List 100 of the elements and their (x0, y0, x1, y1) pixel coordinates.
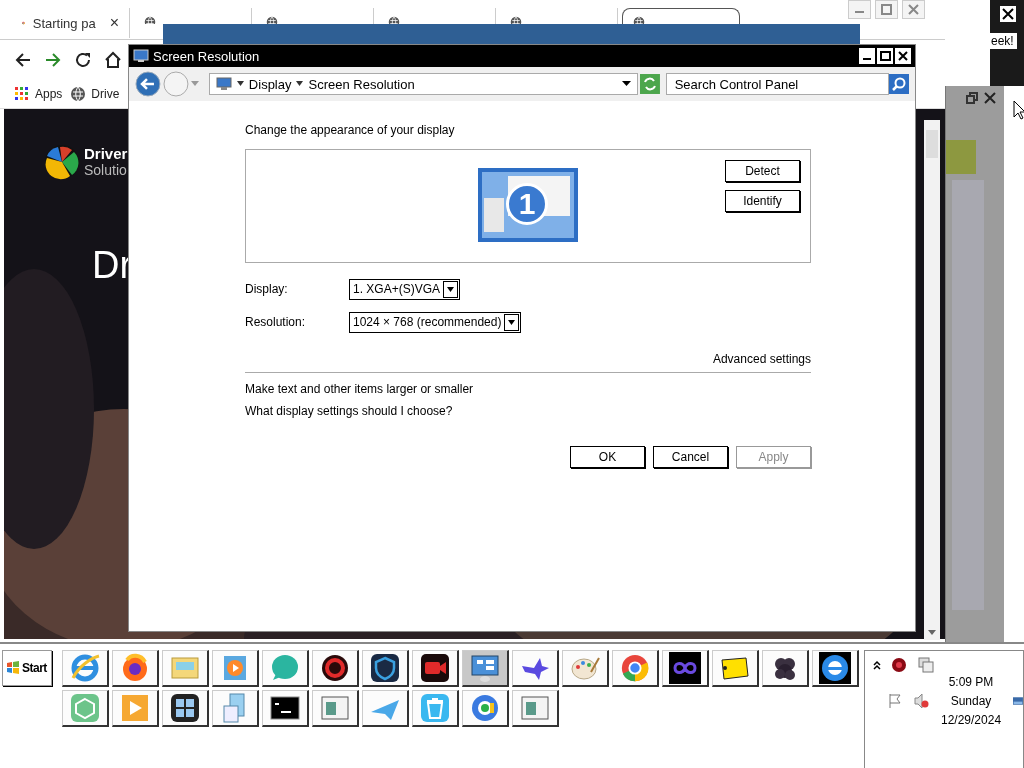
close-icon[interactable] (984, 92, 996, 104)
close-icon[interactable] (1002, 8, 1014, 20)
reload-icon[interactable] (74, 51, 92, 69)
infinity-icon (669, 652, 701, 684)
taskbar-button[interactable] (612, 650, 659, 687)
taskbar-button[interactable] (812, 650, 859, 687)
taskbar-button[interactable] (262, 650, 309, 687)
monitor-drawing[interactable]: 1 (478, 168, 578, 242)
clock-day[interactable]: Sunday (950, 694, 992, 708)
dropdown-icon (508, 319, 516, 325)
taskbar-button[interactable] (512, 690, 559, 727)
browser-icon (69, 652, 101, 684)
dropdown-icon[interactable] (621, 81, 631, 87)
dialog-button[interactable]: OK (570, 446, 645, 468)
taskbar-button[interactable] (212, 690, 259, 727)
link[interactable]: Advanced settings (712, 352, 811, 366)
dialog-button[interactable]: Detect (725, 160, 800, 182)
field-label: Display: (245, 282, 289, 296)
window-title: Screen Resolution (153, 48, 261, 64)
taskbar-button[interactable] (262, 690, 309, 727)
dialog-button[interactable]: Cancel (653, 446, 728, 468)
forward-icon (162, 71, 189, 97)
scroll-down-icon[interactable] (927, 628, 937, 636)
clock-time[interactable]: 5:09 PM (948, 675, 994, 689)
taskbar-button[interactable] (762, 650, 809, 687)
browser-tab[interactable] (622, 8, 740, 24)
window-text: eek! (988, 33, 1017, 49)
tiles-icon (169, 692, 201, 724)
taskbar-button[interactable] (462, 690, 509, 727)
network-icon[interactable] (917, 657, 935, 673)
refresh-icon[interactable] (639, 74, 660, 94)
tile-background (946, 140, 976, 174)
maximize-icon[interactable] (878, 49, 892, 63)
taskbar-button[interactable] (112, 690, 159, 727)
scrollbar[interactable] (924, 120, 940, 640)
dropdown[interactable]: 1. XGA+(S)VGA (349, 278, 461, 300)
shield-icon (369, 652, 401, 684)
close-icon[interactable]: × (109, 14, 119, 32)
start-button[interactable]: Start (2, 650, 52, 686)
browser-icon (619, 652, 651, 684)
taskbar-button[interactable] (62, 650, 109, 687)
trash-icon (419, 692, 451, 724)
link[interactable]: What display settings should I choose? (245, 404, 453, 418)
taskbar-button[interactable] (362, 690, 409, 727)
taskbar-button[interactable] (712, 650, 759, 687)
breadcrumb-link[interactable]: Display (248, 76, 292, 92)
logo-text: Driver (84, 145, 128, 162)
taskbar-button[interactable] (162, 650, 209, 687)
taskbar-button[interactable] (362, 650, 409, 687)
back-icon[interactable] (14, 51, 32, 69)
taskbar-button[interactable] (62, 690, 109, 727)
bookmark-link[interactable]: Drive (70, 86, 120, 102)
apps-grid-icon (14, 86, 30, 102)
show-desktop-icon[interactable] (1013, 695, 1023, 707)
globe-icon (70, 86, 87, 102)
taskbar-button[interactable] (162, 690, 209, 727)
windows-logo-icon (6, 661, 20, 675)
search-icon[interactable] (891, 76, 908, 92)
search-field[interactable]: Search Control Panel (665, 73, 890, 95)
taskbar-button[interactable] (412, 650, 459, 687)
taskbar-button[interactable] (312, 650, 359, 687)
browser-icon (819, 652, 851, 684)
chevron-icon[interactable] (873, 660, 881, 670)
restore-icon[interactable] (966, 92, 978, 104)
taskbar-button[interactable] (512, 650, 559, 687)
logo-subtext: Solutio (84, 162, 128, 179)
section-heading: Change the appearance of your display (245, 123, 456, 137)
close-icon[interactable] (896, 49, 910, 63)
caret-icon (236, 81, 244, 87)
control-panel-icon (469, 652, 501, 684)
address-field[interactable]: Display Screen Resolution (208, 73, 638, 95)
flag-icon[interactable] (887, 693, 903, 709)
forward-icon[interactable] (44, 51, 62, 69)
taskbar-button[interactable] (462, 650, 509, 687)
muted-speaker-icon[interactable] (913, 693, 929, 709)
browser-icon (469, 692, 501, 724)
dropdown-icon (447, 286, 455, 292)
caret-icon (296, 81, 304, 87)
taskbar-button[interactable] (412, 690, 459, 727)
video-camera-icon (419, 652, 451, 684)
monitor-icon (215, 77, 232, 91)
breadcrumb-link[interactable]: Screen Resolution (308, 76, 415, 92)
bookmark-link[interactable]: Apps (14, 86, 63, 102)
link[interactable]: Make text and other items larger or smaller (245, 382, 474, 396)
dialog-button[interactable]: Identify (725, 190, 800, 212)
taskbar-button[interactable] (312, 690, 359, 727)
taskbar-button[interactable] (662, 650, 709, 687)
browser-tab[interactable]: Starting pa × (12, 8, 130, 38)
clock-date[interactable]: 12/29/2024 (941, 713, 1002, 727)
taskbar-button[interactable] (112, 650, 159, 687)
gear-icon (319, 652, 351, 684)
taskbar-button[interactable] (562, 650, 609, 687)
cursor-icon (1013, 100, 1024, 120)
field-label: Resolution: (245, 315, 307, 329)
taskbar-button[interactable] (212, 650, 259, 687)
record-icon[interactable] (891, 657, 907, 673)
page-heading: Dr (92, 244, 133, 287)
dropdown[interactable]: 1024 × 768 (recommended) (349, 311, 522, 333)
cube-icon (69, 692, 101, 724)
home-icon[interactable] (104, 51, 122, 69)
